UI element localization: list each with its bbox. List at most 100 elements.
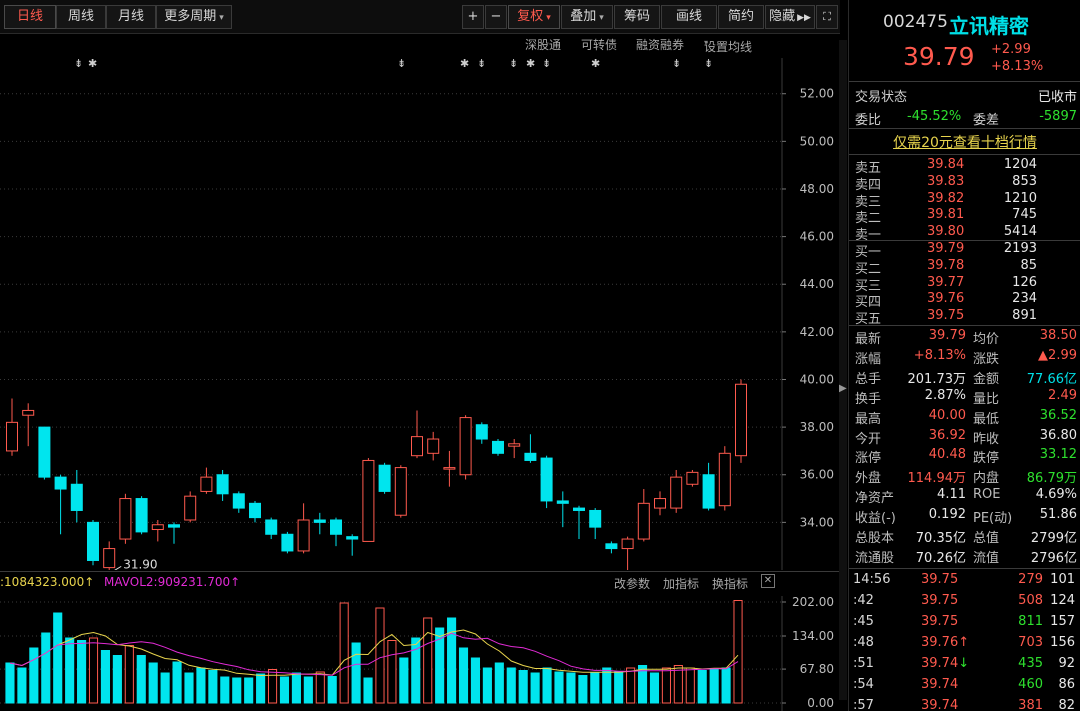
- volume-bar[interactable]: [196, 667, 206, 704]
- candle-body[interactable]: [103, 548, 116, 569]
- candle-body[interactable]: [216, 474, 229, 495]
- volume-bar[interactable]: [315, 671, 325, 704]
- candle-body[interactable]: [313, 519, 326, 523]
- candle-body[interactable]: [589, 509, 602, 528]
- level2-promo-link[interactable]: 仅需20元查看十档行情: [849, 132, 1080, 152]
- volume-bar[interactable]: [220, 676, 230, 704]
- volume-bar[interactable]: [172, 661, 182, 704]
- volume-bar[interactable]: [590, 672, 600, 704]
- candle-body[interactable]: [265, 519, 278, 535]
- candle-body[interactable]: [297, 519, 310, 552]
- candle-body[interactable]: [87, 521, 99, 561]
- volume-bar[interactable]: [351, 642, 361, 704]
- edit-params-button[interactable]: 改参数: [614, 575, 650, 592]
- volume-bar[interactable]: [77, 640, 87, 704]
- tick-row[interactable]: :51 39.74↓ 435 92: [849, 655, 1080, 676]
- volume-bar[interactable]: [518, 670, 528, 704]
- volume-bar[interactable]: [721, 667, 731, 704]
- period-weekly-button[interactable]: 周线: [56, 5, 106, 29]
- volume-bar[interactable]: [208, 670, 218, 704]
- volume-bar[interactable]: [578, 675, 588, 704]
- candle-body[interactable]: [443, 467, 456, 470]
- volume-bar[interactable]: [232, 677, 242, 704]
- candle-body[interactable]: [54, 476, 67, 490]
- candle-body[interactable]: [459, 417, 472, 476]
- volume-bar[interactable]: [614, 671, 624, 704]
- volume-bar[interactable]: [709, 668, 719, 704]
- candle-body[interactable]: [605, 543, 618, 550]
- bid-row[interactable]: 买二 39.78 85: [849, 258, 1080, 277]
- volume-bar[interactable]: [673, 665, 683, 704]
- close-icon[interactable]: ✕: [761, 574, 775, 588]
- period-monthly-button[interactable]: 月线: [106, 5, 156, 29]
- candle-body[interactable]: [670, 476, 683, 509]
- candle-body[interactable]: [346, 536, 359, 540]
- candle-body[interactable]: [362, 459, 375, 542]
- candle-body[interactable]: [330, 519, 342, 535]
- volume-bar[interactable]: [256, 673, 266, 704]
- candle-body[interactable]: [702, 474, 715, 509]
- candle-body[interactable]: [168, 524, 180, 528]
- volume-bar[interactable]: [506, 667, 516, 704]
- volume-bar[interactable]: [482, 667, 492, 704]
- candle-body[interactable]: [735, 383, 747, 457]
- more-periods-dropdown[interactable]: 更多周期 ▾: [156, 5, 232, 29]
- zoom-out-button[interactable]: −: [485, 5, 507, 29]
- chips-button[interactable]: 筹码: [614, 5, 660, 29]
- volume-bar[interactable]: [447, 617, 457, 704]
- volume-bar[interactable]: [554, 671, 564, 704]
- volume-bar[interactable]: [649, 672, 660, 704]
- volume-bar[interactable]: [160, 672, 170, 704]
- volume-bar[interactable]: [542, 667, 552, 704]
- volume-bar[interactable]: [733, 600, 743, 704]
- convertible-bond-link[interactable]: 可转债: [581, 36, 617, 53]
- candle-body[interactable]: [200, 476, 213, 492]
- candle-body[interactable]: [70, 483, 83, 511]
- volume-bar[interactable]: [566, 672, 576, 704]
- simple-mode-button[interactable]: 简约: [718, 5, 764, 29]
- candle-body[interactable]: [573, 507, 585, 511]
- volume-bar[interactable]: [697, 670, 707, 704]
- volume-bar[interactable]: [136, 655, 146, 704]
- panel-scrollbar[interactable]: [839, 40, 847, 700]
- volume-bar[interactable]: [399, 657, 409, 704]
- bid-row[interactable]: 买一 39.79 2193: [849, 241, 1080, 260]
- candle-body[interactable]: [22, 409, 35, 416]
- volume-bar[interactable]: [291, 672, 301, 704]
- candle-body[interactable]: [151, 524, 164, 531]
- volume-bar[interactable]: [148, 662, 158, 704]
- tick-row[interactable]: :45 39.75 811 157: [849, 613, 1080, 634]
- volume-bar[interactable]: [626, 667, 636, 704]
- candle-body[interactable]: [621, 538, 634, 550]
- candle-body[interactable]: [637, 502, 650, 540]
- volume-bar[interactable]: [184, 672, 194, 704]
- ask-row[interactable]: 卖四 39.83 853: [849, 174, 1080, 193]
- volume-bar[interactable]: [88, 637, 99, 704]
- period-daily-button[interactable]: 日线: [4, 5, 56, 29]
- volume-bar[interactable]: [17, 667, 27, 704]
- volume-bar[interactable]: [423, 617, 433, 704]
- candle-body[interactable]: [249, 502, 261, 519]
- candle-body[interactable]: [540, 457, 553, 502]
- ask-row[interactable]: 卖三 39.82 1210: [849, 191, 1080, 210]
- fullscreen-icon[interactable]: ⛶: [816, 5, 838, 29]
- volume-bar[interactable]: [339, 602, 349, 704]
- stock-name[interactable]: 立讯精密: [949, 10, 1029, 39]
- candle-body[interactable]: [411, 436, 423, 457]
- volume-bar[interactable]: [124, 645, 134, 704]
- ask-row[interactable]: 卖五 39.84 1204: [849, 157, 1080, 176]
- overlay-dropdown[interactable]: 叠加 ▾: [561, 5, 613, 29]
- volume-bar[interactable]: [327, 676, 337, 704]
- volume-bar[interactable]: [602, 667, 612, 704]
- candle-body[interactable]: [427, 438, 440, 454]
- candle-body[interactable]: [184, 495, 197, 521]
- adjust-dropdown[interactable]: 复权 ▾: [508, 5, 560, 29]
- draw-line-button[interactable]: 画线: [661, 5, 717, 29]
- candle-body[interactable]: [686, 471, 699, 485]
- tick-row[interactable]: 14:56 39.75 279 101: [849, 571, 1080, 592]
- volume-bar[interactable]: [470, 657, 481, 704]
- candle-body[interactable]: [475, 424, 488, 440]
- volume-bar[interactable]: [458, 647, 469, 704]
- hide-button[interactable]: 隐藏 ▶▶: [765, 5, 815, 29]
- margin-trading-link[interactable]: 融资融券: [636, 36, 684, 53]
